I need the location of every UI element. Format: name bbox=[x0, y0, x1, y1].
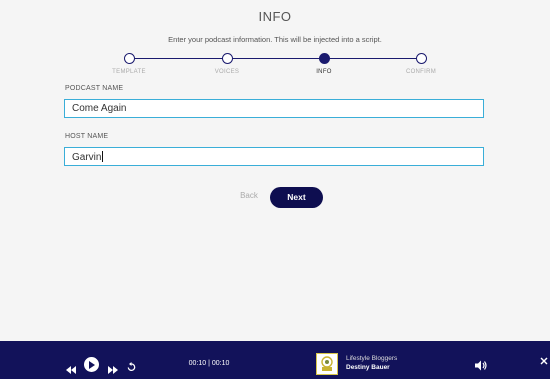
fast-forward-icon[interactable] bbox=[108, 361, 118, 379]
step-dot-voices[interactable] bbox=[222, 53, 233, 64]
host-name-input[interactable]: Garvin bbox=[64, 147, 484, 166]
step-label-template: TEMPLATE bbox=[112, 69, 146, 75]
audio-player-bar: 00:10 | 00:10 Lifestyle Bloggers Destiny… bbox=[0, 341, 550, 379]
step-label-voices: VOICES bbox=[214, 69, 240, 75]
step-label-confirm: CONFIRM bbox=[405, 69, 437, 75]
step-dot-confirm[interactable] bbox=[416, 53, 427, 64]
play-button[interactable] bbox=[84, 357, 99, 372]
podcast-name-value: Come Again bbox=[72, 103, 127, 114]
podcast-artwork bbox=[316, 353, 338, 375]
player-host-name: Destiny Bauer bbox=[346, 364, 390, 371]
step-label-info: INFO bbox=[316, 69, 332, 75]
page-subtitle: Enter your podcast information. This wil… bbox=[168, 35, 382, 44]
host-name-value: Garvin bbox=[72, 152, 102, 163]
close-icon[interactable] bbox=[540, 352, 548, 370]
back-button[interactable]: Back bbox=[232, 191, 266, 200]
player-show-name: Lifestyle Bloggers bbox=[346, 355, 398, 362]
step-dot-template[interactable] bbox=[124, 53, 135, 64]
podcast-name-label: PODCAST NAME bbox=[65, 85, 124, 92]
podcast-name-input[interactable]: Come Again bbox=[64, 99, 484, 118]
stepper-track bbox=[130, 58, 423, 59]
page-title: INFO bbox=[258, 9, 292, 24]
step-dot-info[interactable] bbox=[319, 53, 330, 64]
volume-icon[interactable] bbox=[475, 358, 487, 376]
host-name-label: HOST NAME bbox=[65, 133, 109, 140]
time-display: 00:10 | 00:10 bbox=[188, 360, 230, 367]
rewind-icon[interactable] bbox=[66, 361, 76, 379]
next-button[interactable]: Next bbox=[270, 187, 323, 208]
play-icon bbox=[89, 360, 95, 369]
progress-stepper: TEMPLATE VOICES INFO CONFIRM bbox=[0, 50, 550, 80]
replay-icon[interactable] bbox=[127, 359, 136, 377]
text-cursor bbox=[102, 151, 104, 162]
